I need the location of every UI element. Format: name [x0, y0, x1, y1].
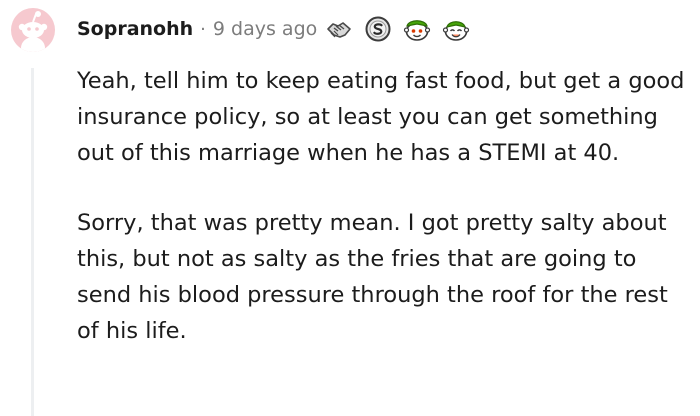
user-avatar[interactable] [11, 8, 55, 52]
username-link[interactable]: Sopranohh [77, 18, 193, 40]
comment-header: Sopranohh · 9 days ago [77, 13, 481, 45]
comment-body: Yeah, tell him to keep eating fast food,… [77, 63, 692, 349]
award-list[interactable] [325, 15, 481, 43]
handshake-award-icon[interactable] [325, 15, 353, 43]
snoo-avatar-icon [18, 11, 48, 52]
thread-collapse-line[interactable] [31, 68, 34, 416]
silver-coin-award-icon[interactable] [364, 15, 392, 43]
comment: Sopranohh · 9 days ago Yeah, tell him to… [0, 0, 700, 416]
comment-paragraph: Sorry, that was pretty mean. I got prett… [77, 210, 668, 344]
comment-timestamp[interactable]: 9 days ago [213, 18, 317, 40]
helpful-snoo-award-icon[interactable] [403, 15, 431, 43]
wholesome-snoo-award-icon[interactable] [442, 15, 470, 43]
comment-paragraph: Yeah, tell him to keep eating fast food,… [77, 68, 685, 166]
meta-separator: · [200, 18, 206, 40]
